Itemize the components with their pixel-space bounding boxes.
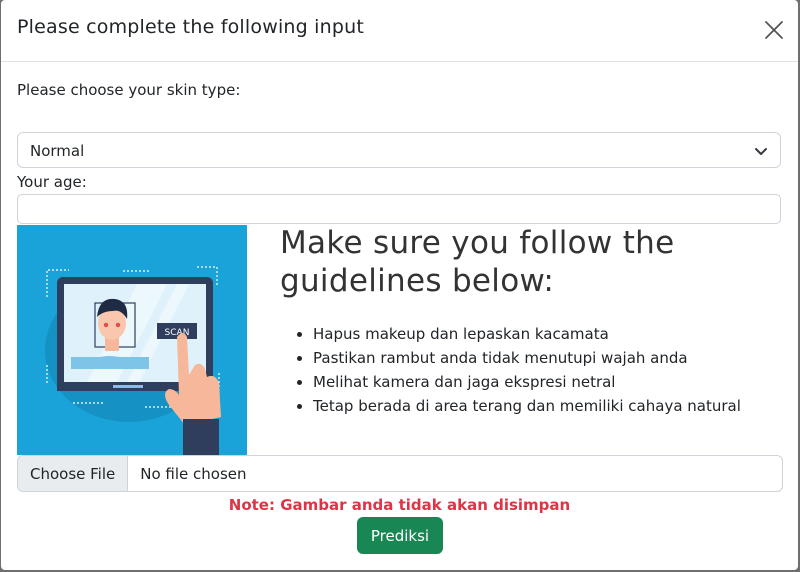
close-icon bbox=[765, 21, 783, 39]
guideline-item: Hapus makeup dan lepaskan kacamata bbox=[313, 322, 741, 346]
file-status-text: No file chosen bbox=[140, 464, 247, 483]
guidelines-list: Hapus makeup dan lepaskan kacamata Pasti… bbox=[293, 322, 741, 418]
modal-dialog: Please complete the following input Plea… bbox=[1, 0, 798, 570]
predict-button[interactable]: Prediksi bbox=[357, 517, 443, 554]
guideline-item: Pastikan rambut anda tidak menutupi waja… bbox=[313, 346, 741, 370]
skin-type-select[interactable]: Normal bbox=[17, 132, 781, 168]
skin-type-selected-value: Normal bbox=[30, 142, 85, 160]
face-scan-illustration: SCAN bbox=[17, 225, 247, 455]
age-label: Your age: bbox=[17, 173, 87, 191]
modal-header: Please complete the following input bbox=[1, 0, 798, 62]
guideline-item: Tetap berada di area terang dan memiliki… bbox=[313, 394, 741, 418]
chevron-down-icon bbox=[755, 148, 767, 155]
modal-title: Please complete the following input bbox=[17, 16, 365, 38]
close-button[interactable] bbox=[762, 18, 786, 42]
guidelines-title: Make sure you follow the guidelines belo… bbox=[280, 225, 675, 299]
choose-file-button[interactable]: Choose File bbox=[18, 456, 129, 491]
skin-type-label: Please choose your skin type: bbox=[17, 81, 241, 99]
privacy-note: Note: Gambar anda tidak akan disimpan bbox=[228, 496, 571, 514]
image-file-input[interactable]: Choose File No file chosen bbox=[17, 455, 783, 492]
guideline-item: Melihat kamera dan jaga ekspresi netral bbox=[313, 370, 741, 394]
age-input[interactable] bbox=[17, 194, 781, 224]
